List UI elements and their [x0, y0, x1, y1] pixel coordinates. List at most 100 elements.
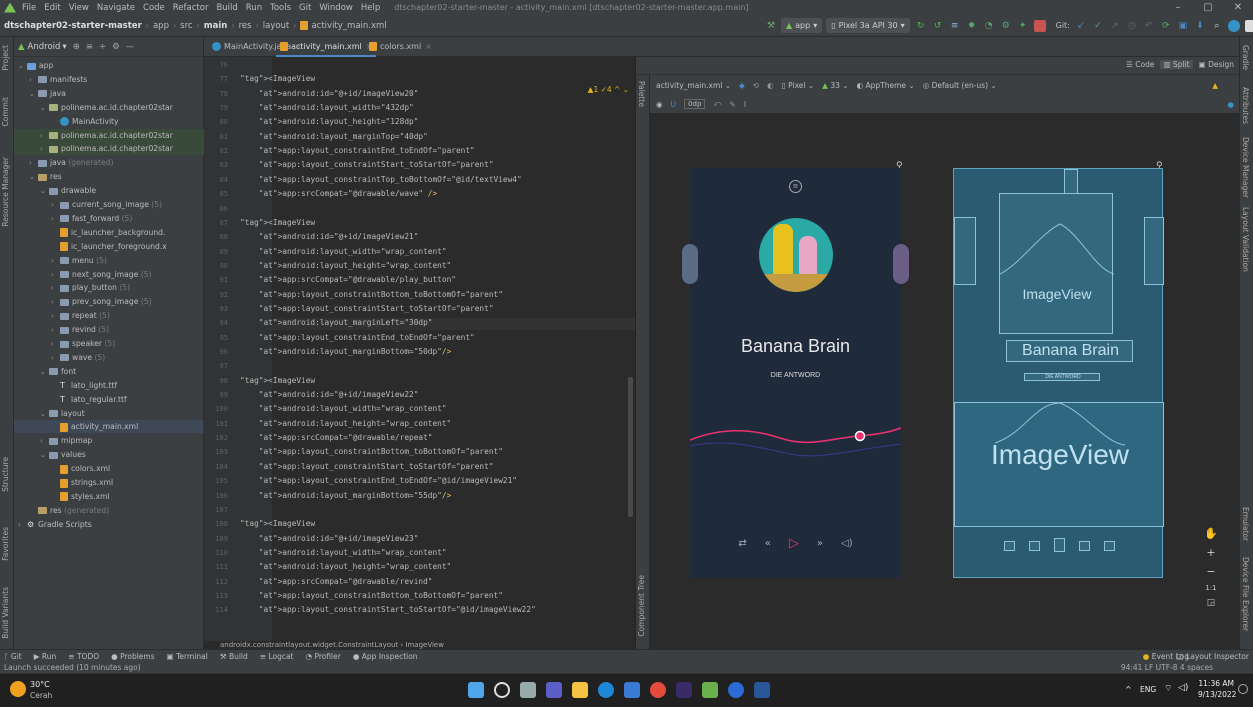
profile-icon[interactable]: ◔ [983, 20, 995, 32]
zoom-actual-button[interactable]: 1:1 [1205, 584, 1216, 592]
debug-icon[interactable]: ✹ [966, 20, 978, 32]
app-inspection-tool-button[interactable]: ● App Inspection [353, 652, 418, 661]
zoom-fit-icon[interactable]: ◲ [1207, 598, 1216, 608]
weather-temp[interactable]: 30°C [30, 680, 50, 689]
git-update-icon[interactable]: ↙ [1075, 20, 1087, 32]
hide-icon[interactable]: — [126, 42, 135, 52]
tree-item-mainactivity[interactable]: MainActivity [14, 115, 204, 128]
tree-item-revind[interactable]: › revind (5) [14, 323, 204, 336]
git-commit-icon[interactable]: ✓ [1092, 20, 1104, 32]
speaker-icon[interactable]: ◁) [841, 538, 853, 551]
device-dropdown[interactable]: ▯ Pixel 3a API 30 ▾ [826, 18, 910, 33]
layout-file-dropdown[interactable]: activity_main.xml ⌄ [656, 81, 731, 90]
menu-item-refactor[interactable]: Refactor [173, 3, 209, 13]
tree-item-menu[interactable]: › menu (5) [14, 254, 204, 267]
tab-activity-main[interactable]: activity_main.xml× [276, 37, 377, 57]
search-icon[interactable]: ⌕ [1211, 20, 1223, 32]
assistant-icon[interactable] [1244, 19, 1253, 32]
maximize-button[interactable]: ▢ [1193, 0, 1223, 15]
attach-debugger-icon[interactable]: ⚙ [1000, 20, 1012, 32]
design-surface-icon[interactable]: ◆ [739, 81, 745, 90]
coverage-icon[interactable]: ✦ [1017, 20, 1029, 32]
breadcrumb-file[interactable]: activity_main.xml [311, 21, 386, 31]
device-manager-icon[interactable]: ▣ [1177, 20, 1189, 32]
sync-gradle-icon[interactable]: ⟳ [1160, 20, 1172, 32]
apply-code-changes-icon[interactable]: ↺ [932, 20, 944, 32]
tree-item-layout[interactable]: ⌄ layout [14, 407, 204, 420]
emulator-tool-tab[interactable]: Emulator [1241, 507, 1250, 541]
clock-date[interactable]: 9/13/2022 [1198, 690, 1236, 699]
tree-item-polinema-ac-id-chapter02star[interactable]: ⌄ polinema.ac.id.chapter02star [14, 101, 204, 114]
pan-icon[interactable]: ✋ [1204, 527, 1218, 540]
store-icon[interactable] [624, 682, 640, 698]
tree-item-colors-xml[interactable]: colors.xml [14, 462, 204, 475]
gradle-tool-tab[interactable]: Gradle [1241, 45, 1250, 70]
split-mode-button[interactable]: ▥ Split [1160, 60, 1193, 69]
design-mode-button[interactable]: ▣ Design [1199, 60, 1234, 69]
task-view-icon[interactable] [520, 682, 536, 698]
menu-item-edit[interactable]: Edit [44, 3, 60, 13]
clock-time[interactable]: 11:36 AM [1198, 679, 1234, 688]
logcat-tool-button[interactable]: ≡ Logcat [260, 652, 294, 661]
minimize-button[interactable]: – [1163, 0, 1193, 15]
play-icon[interactable]: ▷ [789, 536, 799, 551]
problems-tool-button[interactable]: ● Problems [111, 652, 155, 661]
tree-item-activity-main-xml[interactable]: activity_main.xml [14, 420, 204, 434]
search-taskbar-icon[interactable] [494, 682, 510, 698]
blueprint-preview[interactable]: ImageView Banana Brain DIE ANTWORD Image… [953, 168, 1164, 578]
breadcrumb-res[interactable]: res [239, 21, 252, 31]
git-tool-button[interactable]: ᚴ Git [4, 652, 22, 661]
resource-manager-tool-tab[interactable]: Resource Manager [1, 157, 10, 227]
project-view-dropdown[interactable]: Android [28, 42, 61, 52]
teams-icon[interactable] [546, 682, 562, 698]
tree-item-mipmap[interactable]: › mipmap [14, 434, 204, 447]
editor-scrollbar[interactable] [628, 377, 633, 517]
status-position[interactable]: 94:41 LF UTF-8 4 spaces [1121, 662, 1213, 673]
tree-item-play-button[interactable]: › play_button (5) [14, 281, 204, 294]
favorites-tool-tab[interactable]: Favorites [1, 527, 10, 561]
guidelines-icon[interactable]: I [744, 100, 746, 109]
tree-item-prev-song-image[interactable]: › prev_song_image (5) [14, 295, 204, 308]
theme-dropdown[interactable]: ◐ AppTheme ⌄ [857, 81, 915, 90]
menu-item-code[interactable]: Code [143, 3, 165, 13]
api-dropdown[interactable]: ▲ 33 ⌄ [822, 81, 848, 90]
zoom-out-icon[interactable]: − [1206, 565, 1215, 578]
repeat-icon[interactable]: ⇄ [738, 538, 746, 551]
tree-item-polinema-ac-id-chapter02star[interactable]: › polinema.ac.id.chapter02star [14, 142, 204, 156]
menu-item-window[interactable]: Window [319, 3, 353, 13]
tree-item-lato-regular-ttf[interactable]: Tlato_regular.ttf [14, 393, 204, 406]
menu-item-help[interactable]: Help [361, 3, 380, 13]
night-mode-icon[interactable]: ◐ [767, 81, 774, 90]
breadcrumb-project[interactable]: dtschapter02-starter-master [4, 21, 142, 31]
git-push-icon[interactable]: ↗ [1109, 20, 1121, 32]
edge-icon[interactable] [598, 682, 614, 698]
menu-item-view[interactable]: View [69, 3, 89, 13]
menu-item-file[interactable]: File [22, 3, 36, 13]
tree-item-java[interactable]: ⌄ java [14, 87, 204, 100]
layout-validation-tool-tab[interactable]: Layout Validation [1241, 207, 1250, 272]
tree-item-ic-launcher-foreground-x[interactable]: ic_launcher_foreground.x [14, 240, 204, 253]
tree-item-repeat[interactable]: › repeat (5) [14, 309, 204, 322]
tray-chevron-icon[interactable]: ^ [1125, 685, 1132, 694]
history-icon[interactable]: ◷ [1126, 20, 1138, 32]
tree-item-font[interactable]: ⌄ font [14, 365, 204, 378]
logcat-icon[interactable]: ≡ [949, 20, 961, 32]
volume-icon[interactable]: ◁) [1178, 683, 1188, 693]
clear-constraints-icon[interactable]: ⤺ [713, 99, 721, 109]
tree-item-app[interactable]: ⌄ app [14, 59, 204, 72]
wifi-icon[interactable]: ⌔ [1164, 683, 1172, 694]
tree-item-manifests[interactable]: › manifests [14, 73, 204, 86]
breadcrumb-main[interactable]: main [204, 21, 228, 31]
stop-icon[interactable] [1033, 19, 1046, 32]
infer-constraints-icon[interactable]: ✎ [729, 100, 735, 109]
terminal-tool-button[interactable]: ▣ Terminal [167, 652, 208, 661]
build-variants-tool-tab[interactable]: Build Variants [1, 587, 10, 639]
tree-item-speaker[interactable]: › speaker (5) [14, 337, 204, 350]
view-options-icon[interactable]: ◉ [656, 100, 663, 109]
file-explorer-icon[interactable] [572, 682, 588, 698]
todo-tool-button[interactable]: ≡ TODO [68, 652, 99, 661]
build-tool-button[interactable]: ⚒ Build [220, 652, 248, 661]
word-icon[interactable] [754, 682, 770, 698]
info-icon[interactable]: ● [1227, 100, 1234, 109]
tree-item-gradle-scripts[interactable]: › ⚙ Gradle Scripts [14, 518, 204, 531]
